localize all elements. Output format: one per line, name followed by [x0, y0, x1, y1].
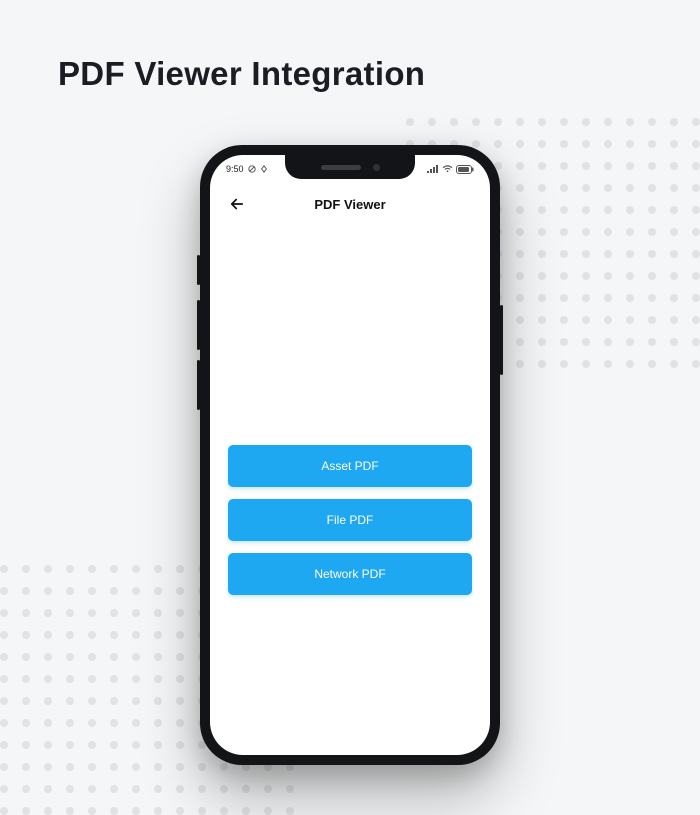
phone-side-button: [197, 255, 200, 285]
status-misc-icon: [260, 165, 268, 173]
phone-frame: 9:50 PDF Viewer Asset PDF File PDF Netwo…: [200, 145, 500, 765]
status-time: 9:50: [226, 164, 244, 174]
file-pdf-button[interactable]: File PDF: [228, 499, 472, 541]
page-title: PDF Viewer Integration: [58, 55, 425, 93]
phone-side-button: [500, 305, 503, 375]
asset-pdf-button[interactable]: Asset PDF: [228, 445, 472, 487]
front-camera: [373, 164, 380, 171]
wifi-icon: [442, 165, 453, 173]
network-pdf-button[interactable]: Network PDF: [228, 553, 472, 595]
phone-side-button: [197, 360, 200, 410]
speaker-slot: [321, 165, 361, 170]
app-bar: PDF Viewer: [210, 183, 490, 225]
battery-icon: [456, 165, 474, 174]
back-button[interactable]: [224, 191, 250, 217]
phone-screen: 9:50 PDF Viewer Asset PDF File PDF Netwo…: [210, 155, 490, 755]
status-misc-icon: [248, 165, 256, 173]
button-group: Asset PDF File PDF Network PDF: [228, 445, 472, 595]
phone-side-button: [197, 300, 200, 350]
signal-icon: [427, 165, 439, 173]
app-title: PDF Viewer: [314, 197, 385, 212]
arrow-left-icon: [228, 195, 246, 213]
phone-notch: [285, 155, 415, 179]
